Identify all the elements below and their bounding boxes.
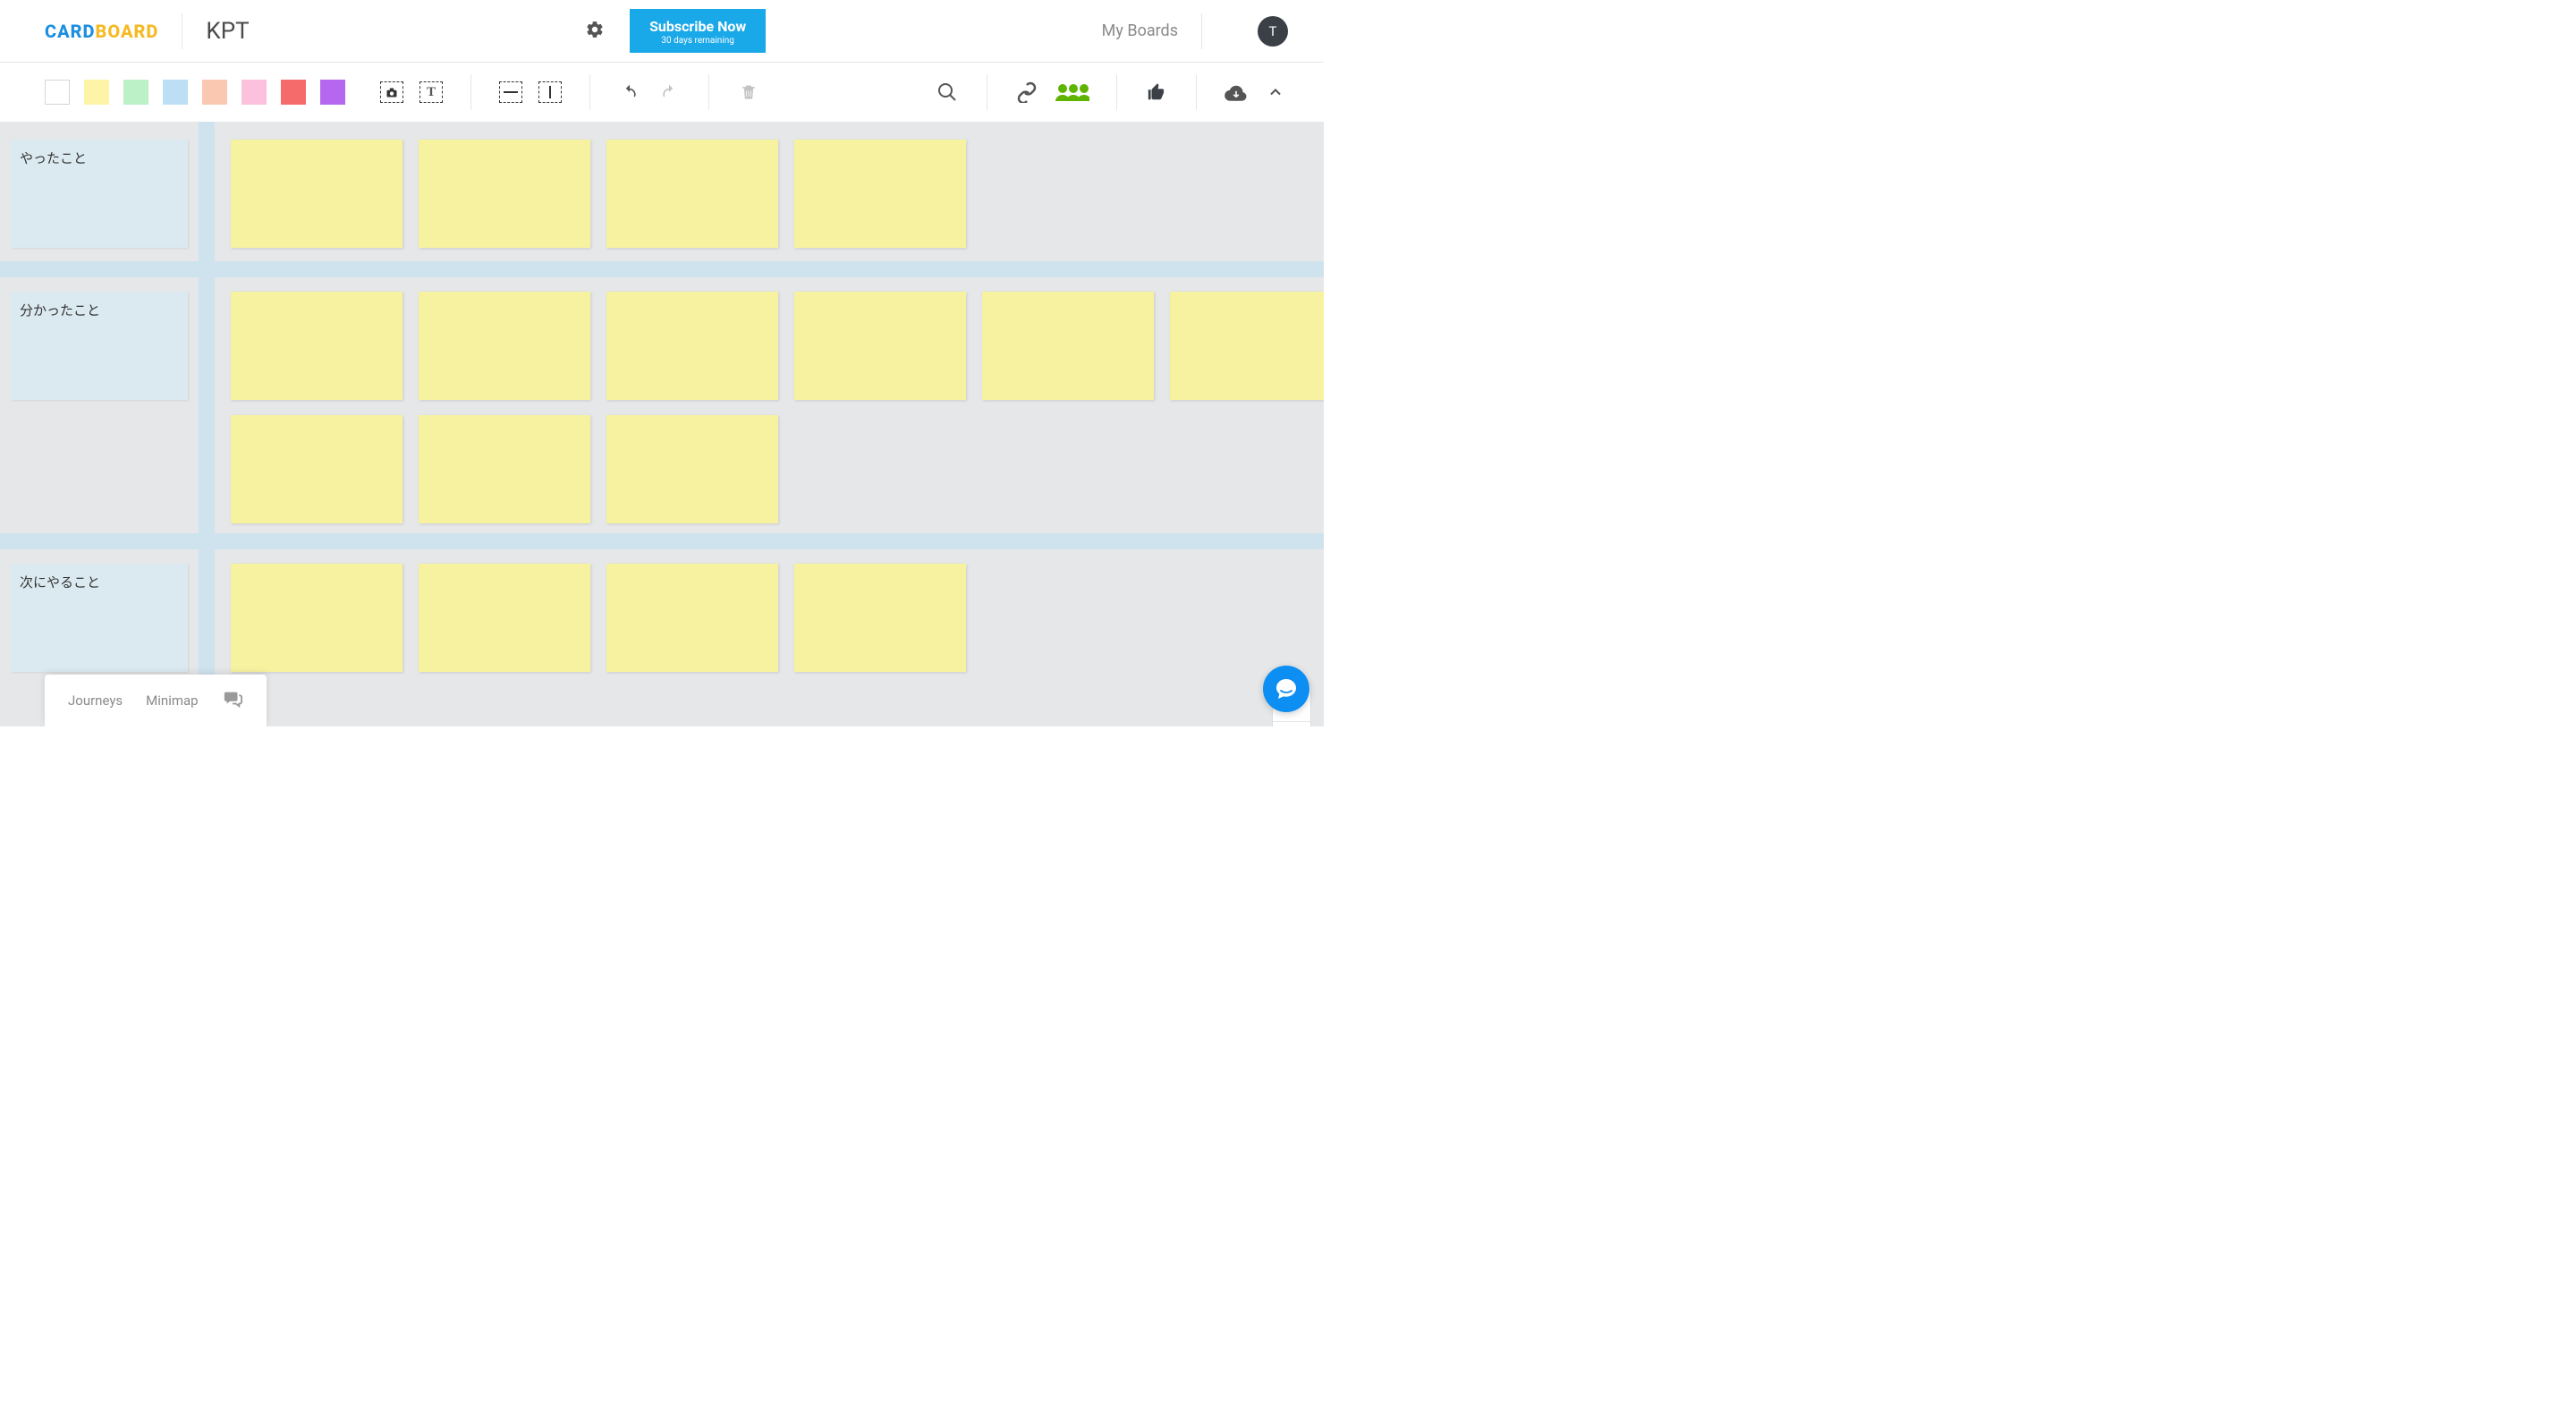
swatch-container xyxy=(45,80,345,105)
divider xyxy=(589,74,590,110)
color-swatch-2[interactable] xyxy=(123,80,148,105)
card[interactable] xyxy=(419,292,590,400)
trash-icon[interactable] xyxy=(736,80,761,105)
search-icon[interactable] xyxy=(935,80,960,105)
divider xyxy=(1116,74,1117,110)
hr-tool-icon[interactable] xyxy=(498,80,523,105)
card[interactable] xyxy=(419,564,590,672)
bottom-panel: Journeys Minimap xyxy=(45,675,267,726)
color-swatch-6[interactable] xyxy=(281,80,306,105)
row-divider xyxy=(0,533,1324,549)
link-icon[interactable] xyxy=(1014,80,1039,105)
color-swatch-4[interactable] xyxy=(202,80,227,105)
row-label: 分かったこと xyxy=(20,302,100,319)
color-swatch-0[interactable] xyxy=(45,80,70,105)
divider xyxy=(470,74,471,110)
subscribe-sub: 30 days remaining xyxy=(649,36,746,46)
board-title[interactable]: KPT xyxy=(206,18,249,45)
card[interactable] xyxy=(1170,292,1324,400)
divider xyxy=(708,74,709,110)
vr-tool-icon[interactable] xyxy=(538,80,563,105)
chat-icon[interactable] xyxy=(1263,666,1309,712)
minimap-tab[interactable]: Minimap xyxy=(146,692,198,709)
subscribe-button[interactable]: Subscribe Now 30 days remaining xyxy=(630,9,766,53)
divider xyxy=(1196,74,1197,110)
card[interactable] xyxy=(231,140,402,248)
color-swatch-7[interactable] xyxy=(320,80,345,105)
subscribe-title: Subscribe Now xyxy=(649,18,746,35)
row-divider xyxy=(0,261,1324,277)
zoom-out-button[interactable]: − xyxy=(1273,722,1310,726)
row-label: やったこと xyxy=(20,150,87,166)
card[interactable] xyxy=(419,140,590,248)
redo-icon[interactable] xyxy=(657,80,682,105)
card[interactable] xyxy=(231,292,402,400)
card[interactable] xyxy=(794,140,966,248)
card[interactable] xyxy=(231,564,402,672)
thumbs-up-icon[interactable] xyxy=(1144,80,1169,105)
my-boards-link[interactable]: My Boards xyxy=(1102,21,1178,40)
undo-icon[interactable] xyxy=(617,80,642,105)
row-header[interactable]: 次にやること xyxy=(11,564,188,672)
logo-part2: BOARD xyxy=(96,21,159,42)
card[interactable] xyxy=(231,415,402,523)
gear-icon[interactable] xyxy=(585,20,605,43)
avatar[interactable]: T xyxy=(1258,16,1288,47)
header: CARDBOARD KPT Subscribe Now 30 days rema… xyxy=(0,0,1324,63)
color-swatch-5[interactable] xyxy=(242,80,267,105)
row-header[interactable]: やったこと xyxy=(11,140,188,248)
card[interactable] xyxy=(794,564,966,672)
collaborators-icon[interactable] xyxy=(1054,80,1089,105)
image-tool-icon[interactable] xyxy=(379,80,404,105)
comments-icon[interactable] xyxy=(222,689,243,712)
toolbar: T xyxy=(0,63,1324,122)
card[interactable] xyxy=(794,292,966,400)
card[interactable] xyxy=(419,415,590,523)
canvas[interactable]: やったこと 分かったこと 次にやること + − Journeys Minimap xyxy=(0,122,1324,726)
divider xyxy=(1201,13,1202,49)
text-tool-icon[interactable]: T xyxy=(419,80,444,105)
journeys-tab[interactable]: Journeys xyxy=(68,692,123,709)
logo[interactable]: CARDBOARD xyxy=(45,21,158,42)
column-divider xyxy=(199,122,215,726)
color-swatch-1[interactable] xyxy=(84,80,109,105)
logo-part1: CARD xyxy=(45,21,96,42)
card[interactable] xyxy=(606,292,778,400)
card[interactable] xyxy=(606,140,778,248)
card[interactable] xyxy=(982,292,1154,400)
card[interactable] xyxy=(606,415,778,523)
row-label: 次にやること xyxy=(20,574,100,590)
card[interactable] xyxy=(606,564,778,672)
row-header[interactable]: 分かったこと xyxy=(11,292,188,400)
download-icon[interactable] xyxy=(1224,80,1249,105)
chevron-up-icon[interactable] xyxy=(1263,80,1288,105)
color-swatch-3[interactable] xyxy=(163,80,188,105)
